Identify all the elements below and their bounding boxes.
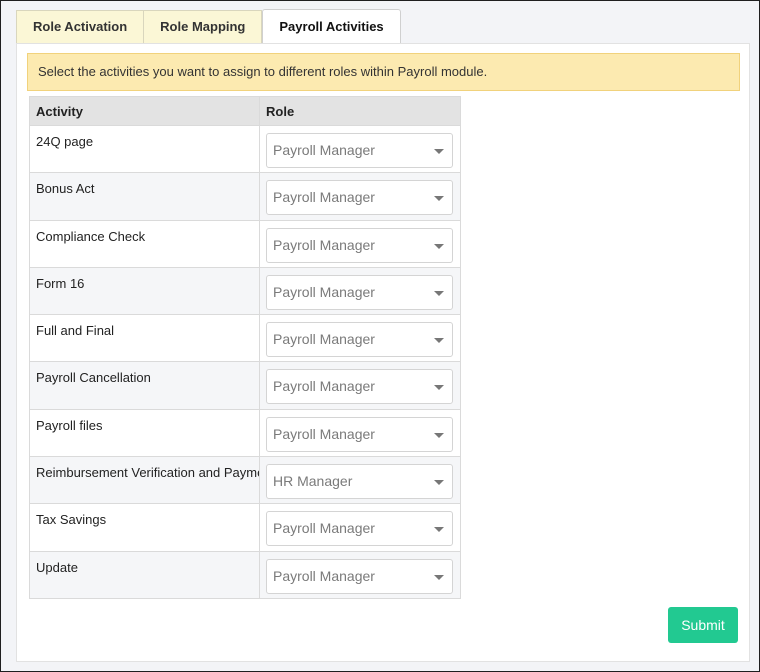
table-header-row: Activity Role xyxy=(29,96,461,126)
table-row: Compliance Check Payroll Manager xyxy=(29,219,461,268)
role-select-value: Payroll Manager xyxy=(273,520,375,537)
role-select-value: Payroll Manager xyxy=(273,189,375,206)
table-row: Bonus Act Payroll Manager xyxy=(29,172,461,221)
role-cell: Payroll Manager xyxy=(259,361,461,410)
activity-name: Payroll files xyxy=(29,408,260,458)
role-cell: Payroll Manager xyxy=(259,408,461,458)
chevron-down-icon xyxy=(434,480,444,486)
tab-role-mapping[interactable]: Role Mapping xyxy=(144,10,263,43)
chevron-down-icon xyxy=(434,149,444,154)
role-cell: Payroll Manager xyxy=(259,503,461,552)
chevron-down-icon xyxy=(434,243,444,249)
role-select[interactable]: Payroll Manager xyxy=(266,322,453,358)
role-select[interactable]: Payroll Manager xyxy=(266,511,453,547)
column-header-role: Role xyxy=(259,96,461,126)
role-cell: Payroll Manager xyxy=(259,172,461,221)
role-select-value: Payroll Manager xyxy=(273,425,375,442)
role-select-value: Payroll Manager xyxy=(273,567,375,584)
activity-name: Full and Final xyxy=(29,314,260,363)
role-select[interactable]: Payroll Manager xyxy=(266,369,453,405)
role-select-value: Payroll Manager xyxy=(273,236,375,253)
role-cell: Payroll Manager xyxy=(259,124,461,174)
role-select[interactable]: Payroll Manager xyxy=(266,133,453,168)
role-select-value: Payroll Manager xyxy=(273,283,375,300)
table-row: Update Payroll Manager xyxy=(29,550,461,599)
table-row: 24Q page Payroll Manager xyxy=(29,124,461,174)
tab-payroll-activities[interactable]: Payroll Activities xyxy=(262,9,401,43)
window-frame: Role Activation Role Mapping Payroll Act… xyxy=(0,0,760,672)
table-row: Payroll Cancellation Payroll Manager xyxy=(29,361,461,410)
activity-name: Reimbursement Verification and Payment xyxy=(29,456,260,505)
role-select[interactable]: Payroll Manager xyxy=(266,274,453,310)
role-select-value: Payroll Manager xyxy=(273,378,375,395)
activity-name: Update xyxy=(29,550,260,599)
role-cell: Payroll Manager xyxy=(259,550,461,599)
role-select-value: Payroll Manager xyxy=(273,331,375,348)
chevron-down-icon xyxy=(434,574,444,580)
role-select[interactable]: Payroll Manager xyxy=(266,180,453,216)
table-row: Reimbursement Verification and Payment H… xyxy=(29,456,461,505)
activity-name: Payroll Cancellation xyxy=(29,361,260,410)
table-row: Full and Final Payroll Manager xyxy=(29,314,461,363)
role-cell: Payroll Manager xyxy=(259,266,461,316)
payroll-activities-panel: Select the activities you want to assign… xyxy=(16,43,750,662)
info-alert: Select the activities you want to assign… xyxy=(27,53,740,91)
role-select-value: Payroll Manager xyxy=(273,142,375,158)
chevron-down-icon xyxy=(434,385,444,391)
table-row: Payroll files Payroll Manager xyxy=(29,408,461,458)
chevron-down-icon xyxy=(434,432,444,438)
role-cell: Payroll Manager xyxy=(259,314,461,363)
table-row: Tax Savings Payroll Manager xyxy=(29,503,461,552)
activities-table: Activity Role 24Q page Payroll Manager B… xyxy=(29,96,461,599)
role-cell: Payroll Manager xyxy=(259,219,461,268)
activity-name: 24Q page xyxy=(29,124,260,174)
chevron-down-icon xyxy=(434,338,444,344)
tab-role-activation[interactable]: Role Activation xyxy=(16,10,145,43)
activity-name: Form 16 xyxy=(29,266,260,316)
role-select[interactable]: Payroll Manager xyxy=(266,558,453,594)
activity-name: Tax Savings xyxy=(29,503,260,552)
chevron-down-icon xyxy=(434,290,444,296)
chevron-down-icon xyxy=(434,527,444,533)
activity-name: Compliance Check xyxy=(29,219,260,268)
role-select[interactable]: Payroll Manager xyxy=(266,416,453,452)
chevron-down-icon xyxy=(434,196,444,202)
submit-button[interactable]: Submit xyxy=(668,607,738,643)
column-header-activity: Activity xyxy=(29,96,260,126)
tab-bar: Role Activation Role Mapping Payroll Act… xyxy=(16,9,401,43)
table-row: Form 16 Payroll Manager xyxy=(29,266,461,316)
role-select[interactable]: HR Manager xyxy=(266,464,453,500)
role-select[interactable]: Payroll Manager xyxy=(266,227,453,263)
role-select-value: HR Manager xyxy=(273,473,353,490)
activity-name: Bonus Act xyxy=(29,172,260,221)
role-cell: HR Manager xyxy=(259,456,461,505)
